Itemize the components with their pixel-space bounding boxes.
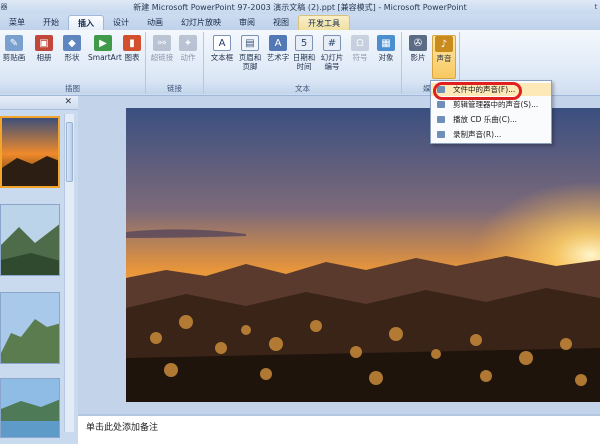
clipart-button[interactable]: ✎ 剪贴画 xyxy=(2,35,26,79)
menu-item-record-sound[interactable]: 录制声音(R)... xyxy=(431,128,551,141)
tab-insert[interactable]: 插入 xyxy=(68,15,104,30)
datetime-label: 日期和时间 xyxy=(292,53,316,71)
scrollbar-thumb[interactable] xyxy=(66,122,73,182)
tab-developer[interactable]: 开发工具 xyxy=(298,15,350,30)
ribbon-tab-strip: 菜单 开始 插入 设计 动画 幻灯片放映 审阅 视图 开发工具 xyxy=(0,14,600,30)
tab-review[interactable]: 审阅 xyxy=(230,15,264,30)
shapes-icon: ◆ xyxy=(63,35,81,51)
chart-label: 图表 xyxy=(124,53,140,62)
slide-number-label: 幻灯片编号 xyxy=(320,53,344,71)
slide-number-icon: # xyxy=(323,35,341,51)
slide-thumbnails-panel: ✕ xyxy=(0,96,78,444)
lake-thumbnail-image xyxy=(1,379,59,437)
textbox-icon: A xyxy=(213,35,231,51)
action-label: 动作 xyxy=(180,53,196,62)
slide-thumbnail[interactable] xyxy=(0,204,60,276)
photo-album-icon: ▣ xyxy=(35,35,53,51)
notes-pane[interactable]: 单击此处添加备注 xyxy=(78,414,600,444)
menu-item-label: 录制声音(R)... xyxy=(453,130,502,139)
hyperlink-button[interactable]: ⚯ 超链接 xyxy=(150,35,174,79)
thumbnails-scrollbar[interactable] xyxy=(64,114,74,432)
object-label: 对象 xyxy=(378,53,394,62)
hyperlink-icon: ⚯ xyxy=(153,35,171,51)
object-button[interactable]: ▦ 对象 xyxy=(374,35,398,79)
clipart-label: 剪贴画 xyxy=(2,53,26,62)
header-footer-label: 页眉和页脚 xyxy=(238,53,262,71)
clipart-icon: ✎ xyxy=(5,35,23,51)
wordart-icon: A xyxy=(269,35,287,51)
calendar-icon: 5 xyxy=(295,35,313,51)
hyperlink-label: 超链接 xyxy=(150,53,174,62)
title-right-fragment: t xyxy=(594,3,598,11)
menu-item-label: 播放 CD 乐曲(C)... xyxy=(453,115,518,124)
group-label-illustrations: 插图 xyxy=(0,83,145,94)
group-links: ⚯ 超链接 ✦ 动作 链接 xyxy=(146,32,204,94)
header-footer-icon: ▤ xyxy=(241,35,259,51)
textbox-button[interactable]: A 文本框 xyxy=(210,35,234,79)
movie-button[interactable]: ✇ 影片 xyxy=(406,35,430,79)
movie-label: 影片 xyxy=(410,53,426,62)
tab-design[interactable]: 设计 xyxy=(104,15,138,30)
symbol-button[interactable]: Ω 符号 xyxy=(348,35,372,79)
tab-animation[interactable]: 动画 xyxy=(138,15,172,30)
photo-album-button[interactable]: ▣ 相册 xyxy=(32,35,56,79)
record-icon xyxy=(437,131,445,138)
datetime-button[interactable]: 5 日期和时间 xyxy=(292,35,316,79)
shapes-button[interactable]: ◆ 形状 xyxy=(60,35,84,79)
omega-icon: Ω xyxy=(351,35,369,51)
smartart-button[interactable]: ▶ SmartArt xyxy=(88,35,122,79)
photo-album-label: 相册 xyxy=(36,53,52,62)
slide-thumbnail[interactable] xyxy=(0,292,60,364)
clip-organizer-icon xyxy=(437,101,445,108)
object-icon: ▦ xyxy=(377,35,395,51)
close-icon[interactable]: ✕ xyxy=(64,97,72,107)
group-illustrations: ✎ 剪贴画 ▣ 相册 ◆ 形状 ▶ SmartArt ▮ 图表 插图 xyxy=(0,32,146,94)
symbol-label: 符号 xyxy=(352,53,368,62)
slide-thumbnail[interactable] xyxy=(0,116,60,188)
thumbnails-panel-header: ✕ xyxy=(0,96,78,110)
sound-label: 声音 xyxy=(436,54,452,63)
wordart-button[interactable]: A 艺术字 xyxy=(266,35,290,79)
notes-placeholder: 单击此处添加备注 xyxy=(86,423,159,433)
annotation-highlight-circle xyxy=(433,82,522,100)
film-reel-icon: ✇ xyxy=(409,35,427,51)
textbox-label: 文本框 xyxy=(210,53,234,62)
quick-access-fragment: 器 xyxy=(0,3,8,11)
speaker-icon: ♪ xyxy=(435,36,453,52)
sunset-thumbnail-image xyxy=(2,118,58,186)
cliff-thumbnail-image xyxy=(1,293,59,363)
slide-image[interactable] xyxy=(126,108,600,402)
tab-menu[interactable]: 菜单 xyxy=(0,15,34,30)
tab-home[interactable]: 开始 xyxy=(34,15,68,30)
group-text: A 文本框 ▤ 页眉和页脚 A 艺术字 5 日期和时间 # 幻灯片编号 Ω 符号… xyxy=(204,32,402,94)
title-bar: 器 新建 Microsoft PowerPoint 97-2003 演示文稿 (… xyxy=(0,0,600,14)
action-button[interactable]: ✦ 动作 xyxy=(176,35,200,79)
wordart-label: 艺术字 xyxy=(266,53,290,62)
menu-item-label: 剪辑管理器中的声音(S)... xyxy=(453,100,539,109)
slide-number-button[interactable]: # 幻灯片编号 xyxy=(320,35,344,79)
slide-thumbnail[interactable] xyxy=(0,378,60,438)
chart-button[interactable]: ▮ 图表 xyxy=(120,35,144,79)
group-label-links: 链接 xyxy=(146,83,203,94)
mountain-thumbnail-image xyxy=(1,205,59,275)
smartart-icon: ▶ xyxy=(94,35,112,51)
window-title: 新建 Microsoft PowerPoint 97-2003 演示文稿 (2)… xyxy=(133,2,467,12)
header-footer-button[interactable]: ▤ 页眉和页脚 xyxy=(238,35,262,79)
shapes-label: 形状 xyxy=(64,53,80,62)
group-label-text: 文本 xyxy=(204,83,401,94)
tab-view[interactable]: 视图 xyxy=(264,15,298,30)
sound-button[interactable]: ♪ 声音 xyxy=(432,35,456,79)
action-icon: ✦ xyxy=(179,35,197,51)
chart-icon: ▮ xyxy=(123,35,141,51)
menu-item-play-cd[interactable]: 播放 CD 乐曲(C)... xyxy=(431,113,551,126)
smartart-label: SmartArt xyxy=(88,53,122,62)
sunset-landscape-photo xyxy=(126,108,600,402)
tab-slideshow[interactable]: 幻灯片放映 xyxy=(172,15,230,30)
cd-icon xyxy=(437,116,445,123)
